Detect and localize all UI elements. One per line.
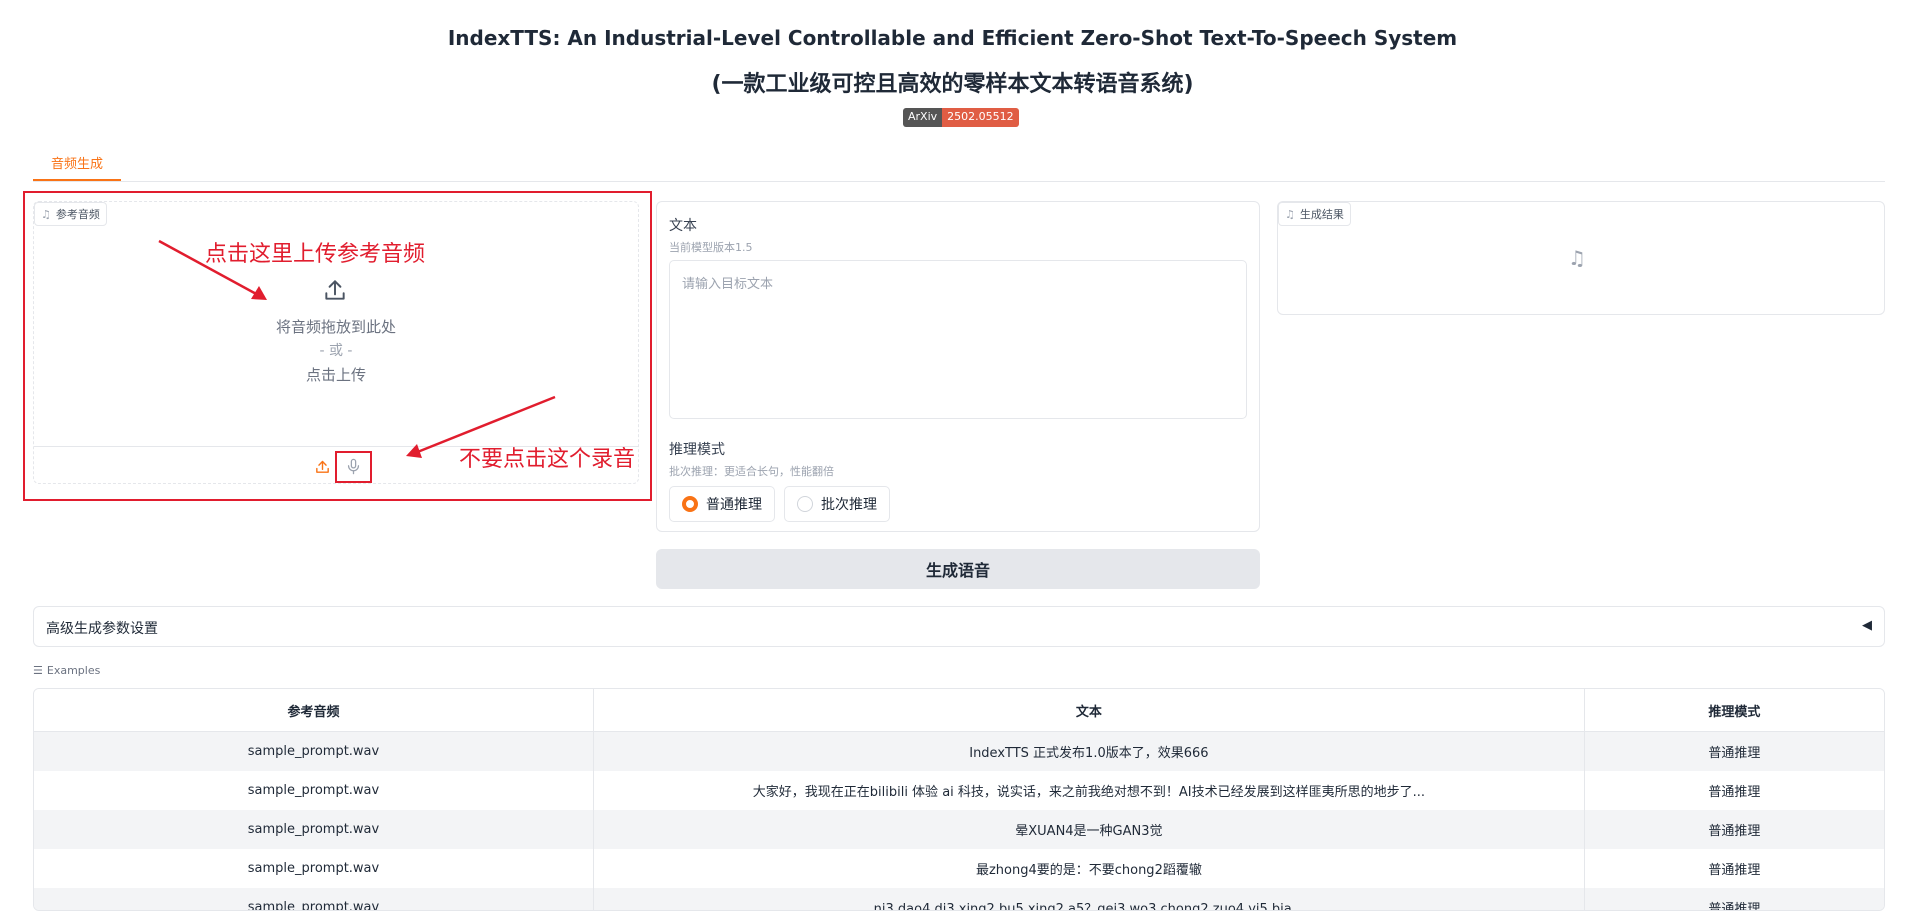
record-hint-arrow <box>406 395 556 458</box>
upload-source-icon[interactable] <box>314 458 331 475</box>
radio-batch-label: 批次推理 <box>821 497 877 513</box>
table-row[interactable]: sample_prompt.wav 晕XUAN4是一种GAN3觉 普通推理 <box>34 810 1884 849</box>
examples-table-container: 参考音频 文本 推理模式 sample_prompt.wav IndexTTS … <box>33 688 1885 911</box>
result-tag: ♫ 生成结果 <box>1278 202 1351 226</box>
tab-bar: 音频生成 <box>33 152 1885 182</box>
upload-icon <box>325 280 345 300</box>
target-text-placeholder: 请输入目标文本 <box>682 277 774 292</box>
tab-audio-generation[interactable]: 音频生成 <box>33 152 121 181</box>
music-note-icon: ♫ <box>41 207 51 221</box>
collapse-arrow-icon: ◀ <box>1862 618 1872 633</box>
table-row[interactable]: sample_prompt.wav 最zhong4要的是：不要chong2蹈覆辙… <box>34 849 1884 888</box>
cell-reference-audio: sample_prompt.wav <box>247 783 380 798</box>
text-label: 文本 <box>669 218 697 234</box>
cell-reference-audio: sample_prompt.wav <box>34 810 594 849</box>
model-version-info: 当前模型版本1.5 <box>669 241 753 254</box>
examples-label: Examples <box>46 664 101 677</box>
music-note-icon: ♫ <box>1285 207 1295 221</box>
or-text: - 或 - <box>319 343 353 359</box>
cell-reference-audio: sample_prompt.wav <box>247 861 380 876</box>
cell-text: 最zhong4要的是：不要chong2蹈覆辙 <box>592 849 1585 888</box>
cell-text: 晕XUAN4是一种GAN3觉 <box>592 810 1585 849</box>
cell-reference-audio: sample_prompt.wav <box>34 731 594 771</box>
examples-header: ☰ Examples <box>33 664 100 677</box>
result-panel: ♫ 生成结果 ♫ <box>1277 201 1885 315</box>
advanced-settings-label: 高级生成参数设置 <box>46 621 158 637</box>
target-text-input[interactable]: 请输入目标文本 <box>669 260 1247 419</box>
inference-mode-info: 批次推理：更适合长句，性能翻倍 <box>669 465 834 478</box>
cell-reference-audio: sample_prompt.wav <box>34 888 594 910</box>
advanced-settings-accordion[interactable]: 高级生成参数设置 ◀ <box>33 606 1885 647</box>
cell-inference-mode: 普通推理 <box>1583 731 1884 771</box>
table-row[interactable]: sample_prompt.wav 大家好，我现在正在bilibili 体验 a… <box>34 771 1884 810</box>
radio-selected-indicator <box>682 496 698 512</box>
result-label: 生成结果 <box>1299 208 1344 221</box>
cell-inference-mode: 普通推理 <box>1583 810 1884 849</box>
cell-inference-mode: 普通推理 <box>1583 771 1884 810</box>
arxiv-badge-id: 2502.05512 <box>942 108 1019 127</box>
column-header-inference-mode: 推理模式 <box>1583 689 1884 732</box>
result-audio-placeholder-icon: ♫ <box>1568 246 1586 270</box>
radio-batch-inference[interactable]: 批次推理 <box>784 486 890 522</box>
click-upload-text: 点击上传 <box>305 366 366 384</box>
radio-normal-inference[interactable]: 普通推理 <box>669 486 775 522</box>
table-row[interactable]: sample_prompt.wav IndexTTS 正式发布1.0版本了，效果… <box>34 731 1884 771</box>
cell-text: IndexTTS 正式发布1.0版本了，效果666 <box>592 731 1585 771</box>
list-icon: ☰ <box>33 664 43 677</box>
cell-inference-mode: 普通推理 <box>1583 888 1884 910</box>
radio-unselected-indicator <box>797 496 813 512</box>
column-header-reference-audio: 参考音频 <box>34 689 594 732</box>
cell-text: ni3 dao4 di3 xing2 bu5 xing2 a5？gei3 wo3… <box>592 888 1585 910</box>
cell-text: 大家好，我现在正在bilibili 体验 ai 科技，说实话，来之前我绝对想不到… <box>592 771 1585 810</box>
table-header-row: 参考音频 文本 推理模式 <box>34 689 1884 732</box>
inference-mode-label: 推理模式 <box>669 442 725 458</box>
cell-inference-mode: 普通推理 <box>1583 849 1884 888</box>
generate-speech-button[interactable]: 生成语音 <box>656 549 1260 589</box>
examples-table: 参考音频 文本 推理模式 sample_prompt.wav IndexTTS … <box>34 689 1884 910</box>
arxiv-badge-label: ArXiv <box>903 108 943 127</box>
reference-audio-label: 参考音频 <box>55 208 100 221</box>
table-row[interactable]: sample_prompt.wav ni3 dao4 di3 xing2 bu5… <box>34 888 1884 910</box>
column-header-text: 文本 <box>592 689 1585 732</box>
page-subtitle: (一款工业级可控且高效的零样本文本转语音系统) <box>711 72 1194 97</box>
drop-text: 将音频拖放到此处 <box>275 318 396 336</box>
page-title: IndexTTS: An Industrial-Level Controllab… <box>447 26 1458 50</box>
microphone-icon[interactable] <box>345 457 362 476</box>
radio-normal-label: 普通推理 <box>706 497 762 513</box>
reference-audio-tag: ♫ 参考音频 <box>34 202 107 226</box>
upload-hint-arrow <box>158 239 267 300</box>
text-panel: 文本 当前模型版本1.5 请输入目标文本 推理模式 批次推理：更适合长句，性能翻… <box>656 201 1260 532</box>
arxiv-badge[interactable]: ArXiv 2502.05512 <box>903 108 1019 127</box>
